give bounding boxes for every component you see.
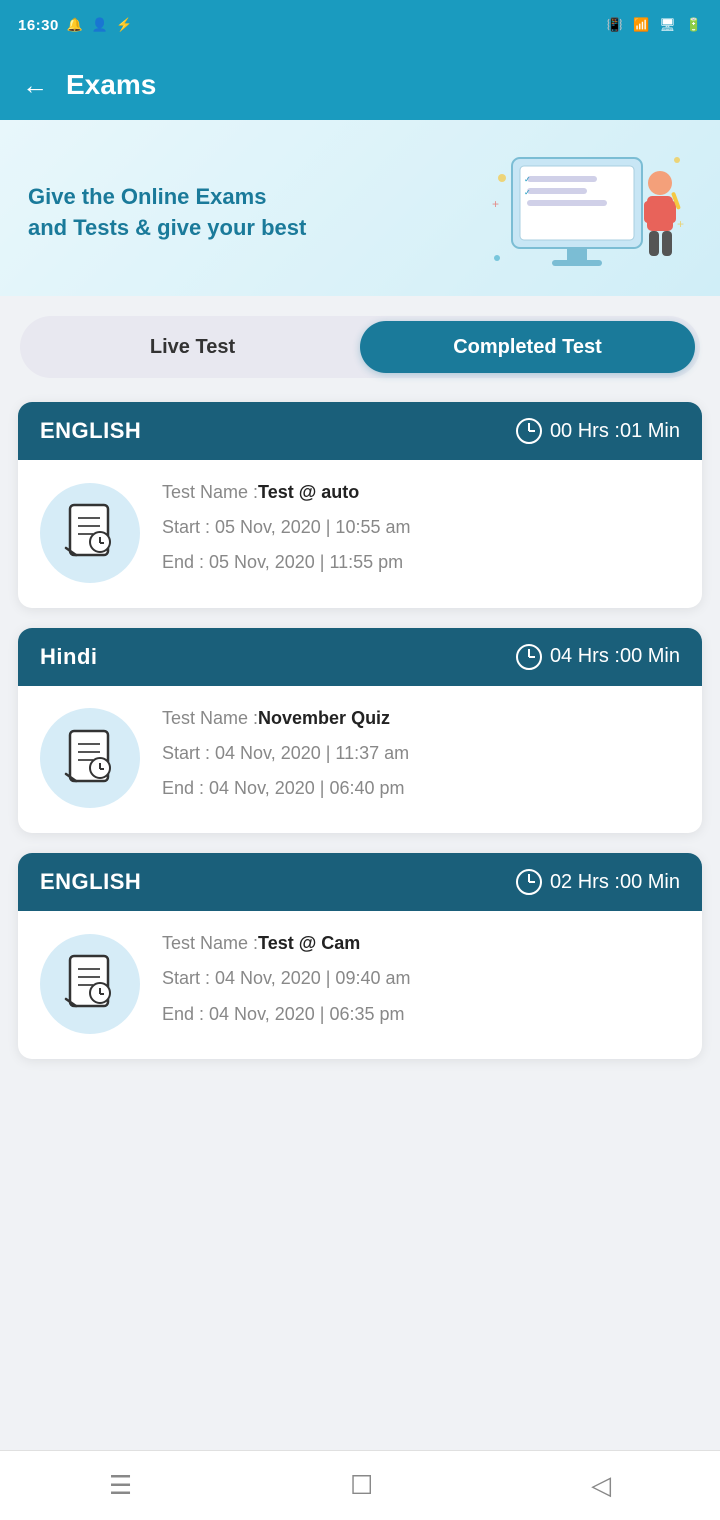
start-date-line-0: Start : 05 Nov, 2020 | 10:55 am — [162, 515, 680, 540]
svg-text:✓: ✓ — [524, 188, 531, 197]
card-header-0: ENGLISH 00 Hrs :01 Min — [18, 402, 702, 460]
wifi-icon: 📶 — [633, 17, 649, 33]
svg-text:+: + — [492, 197, 499, 211]
page-title: Exams — [66, 69, 156, 101]
app-header: ← Exams — [0, 50, 720, 120]
card-header-1: Hindi 04 Hrs :00 Min — [18, 628, 702, 686]
end-date-line-1: End : 04 Nov, 2020 | 06:40 pm — [162, 776, 680, 801]
card-info-1: Test Name :November Quiz Start : 04 Nov,… — [162, 706, 680, 812]
card-subject-0: ENGLISH — [40, 418, 141, 444]
card-header-2: ENGLISH 02 Hrs :00 Min — [18, 853, 702, 911]
live-test-tab[interactable]: Live Test — [25, 321, 360, 373]
tab-toggle: Live Test Completed Test — [20, 316, 700, 378]
person-icon: 👤 — [92, 17, 109, 33]
banner-text: Give the Online Examsand Tests & give yo… — [28, 182, 306, 244]
home-nav-icon[interactable]: ☐ — [350, 1470, 373, 1501]
notif-icon: 🔔 — [67, 17, 84, 33]
status-time: 16:30 — [18, 17, 59, 34]
test-name-line-0: Test Name :Test @ auto — [162, 480, 680, 505]
card-subject-1: Hindi — [40, 644, 98, 670]
card-body-1: Test Name :November Quiz Start : 04 Nov,… — [18, 686, 702, 834]
back-nav-icon[interactable]: ◁ — [591, 1470, 611, 1501]
back-button[interactable]: ← — [22, 70, 48, 101]
clock-icon-0 — [516, 418, 542, 444]
bottom-nav: ☰ ☐ ◁ — [0, 1450, 720, 1520]
status-bar: 16:30 🔔 👤 ⚡ 📳 📶 🖥 🔋 — [0, 0, 720, 50]
bt-icon: ⚡ — [116, 17, 133, 33]
exam-card-1[interactable]: Hindi 04 Hrs :00 Min — [18, 628, 702, 834]
start-date-line-2: Start : 04 Nov, 2020 | 09:40 am — [162, 966, 680, 991]
test-name-line-1: Test Name :November Quiz — [162, 706, 680, 731]
card-duration-1: 04 Hrs :00 Min — [516, 644, 680, 670]
battery-icon: 🔋 — [686, 17, 702, 33]
end-date-line-2: End : 04 Nov, 2020 | 06:35 pm — [162, 1002, 680, 1027]
test-icon-circle-2 — [40, 934, 140, 1034]
end-date-line-0: End : 05 Nov, 2020 | 11:55 pm — [162, 550, 680, 575]
status-bar-left: 16:30 🔔 👤 ⚡ — [18, 17, 133, 34]
exam-card-0[interactable]: ENGLISH 00 Hrs :01 Min — [18, 402, 702, 608]
exam-card-2[interactable]: ENGLISH 02 Hrs :00 Min — [18, 853, 702, 1059]
card-duration-0: 00 Hrs :01 Min — [516, 418, 680, 444]
card-body-2: Test Name :Test @ Cam Start : 04 Nov, 20… — [18, 911, 702, 1059]
card-body-0: Test Name :Test @ auto Start : 05 Nov, 2… — [18, 460, 702, 608]
card-duration-2: 02 Hrs :00 Min — [516, 869, 680, 895]
vibrate-icon: 📳 — [607, 17, 623, 33]
card-subject-2: ENGLISH — [40, 869, 141, 895]
clock-icon-2 — [516, 869, 542, 895]
test-icon-circle-0 — [40, 483, 140, 583]
start-date-line-1: Start : 04 Nov, 2020 | 11:37 am — [162, 741, 680, 766]
test-name-line-2: Test Name :Test @ Cam — [162, 931, 680, 956]
card-info-2: Test Name :Test @ Cam Start : 04 Nov, 20… — [162, 931, 680, 1037]
test-icon-circle-1 — [40, 708, 140, 808]
banner-section: Give the Online Examsand Tests & give yo… — [0, 120, 720, 296]
screen-icon: 🖥 — [659, 17, 676, 33]
svg-text:+: + — [677, 217, 684, 231]
card-info-0: Test Name :Test @ auto Start : 05 Nov, 2… — [162, 480, 680, 586]
status-bar-right: 📳 📶 🖥 🔋 — [607, 17, 702, 33]
exam-cards-container: ENGLISH 00 Hrs :01 Min — [0, 388, 720, 1139]
svg-text:✓: ✓ — [524, 175, 531, 184]
completed-test-tab[interactable]: Completed Test — [360, 321, 695, 373]
banner-illustration: ✓ ✓ + + — [492, 148, 692, 278]
menu-nav-icon[interactable]: ☰ — [109, 1470, 132, 1501]
clock-icon-1 — [516, 644, 542, 670]
